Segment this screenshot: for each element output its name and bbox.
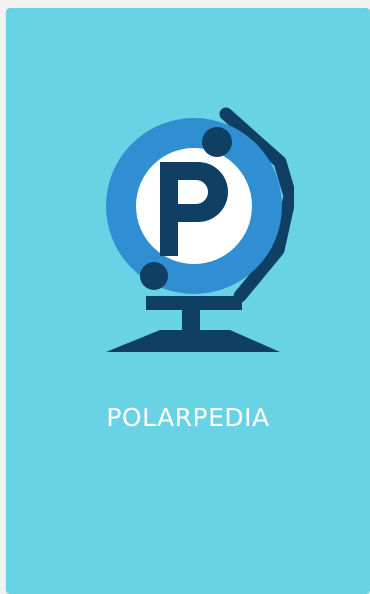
stand-bar <box>146 296 242 310</box>
orbit-dot-bottom <box>140 262 168 290</box>
stand-base <box>106 330 280 352</box>
orbit-dot-top <box>202 127 232 157</box>
app-card[interactable]: POLARPEDIA <box>6 8 370 594</box>
app-name: POLARPEDIA <box>106 403 270 432</box>
globe-letter-p-icon <box>106 107 294 352</box>
